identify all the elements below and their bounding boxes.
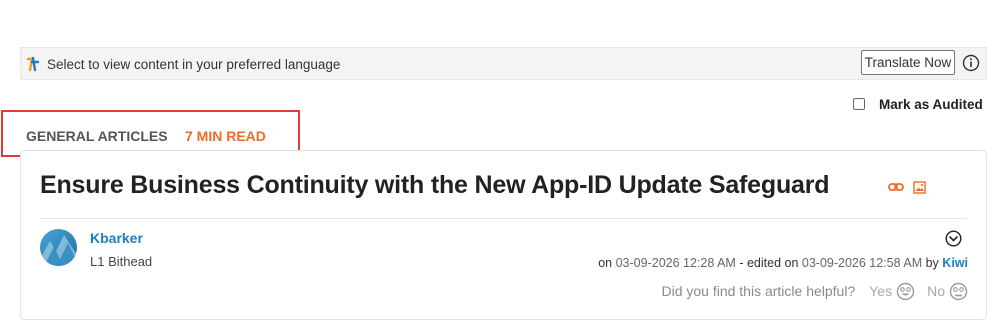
edited-date: 03-09-2026 12:58 AM (801, 256, 923, 270)
posted-date: 03-09-2026 12:28 AM (615, 256, 736, 270)
helpful-feedback: Did you find this article helpful? Yes N… (661, 281, 968, 301)
author-rank: L1 Bithead (90, 254, 153, 269)
info-icon[interactable] (962, 54, 980, 72)
smile-icon (896, 282, 915, 300)
post-meta: on 03-09-2026 12:28 AM - edited on 03-09… (598, 256, 968, 270)
edited-by-prefix: by (925, 256, 939, 270)
yes-label: Yes (869, 283, 893, 299)
avatar[interactable] (40, 229, 77, 266)
image-icon[interactable] (913, 181, 926, 194)
author-name[interactable]: Kbarker (90, 230, 143, 246)
frown-icon (949, 282, 968, 300)
article-title: Ensure Business Continuity with the New … (40, 171, 830, 199)
no-label: No (927, 283, 945, 299)
audited-checkbox[interactable] (853, 98, 865, 110)
title-divider (40, 218, 967, 219)
edited-prefix: - edited on (739, 256, 799, 270)
translate-prompt: Select to view content in your preferred… (47, 57, 341, 72)
chevron-down-icon[interactable] (945, 230, 962, 247)
audited-label: Mark as Audited (879, 97, 983, 112)
helpful-yes-button[interactable]: Yes (869, 282, 915, 301)
editor-name[interactable]: Kiwi (942, 256, 968, 270)
helpful-question: Did you find this article helpful? (661, 283, 856, 299)
translate-logo-icon (25, 56, 41, 72)
translate-now-button[interactable]: Translate Now (861, 50, 955, 75)
article-category[interactable]: GENERAL ARTICLES (26, 128, 168, 144)
link-icon[interactable] (888, 180, 904, 194)
translate-bar: Select to view content in your preferred… (20, 47, 987, 80)
posted-prefix: on (598, 256, 613, 270)
read-time: 7 MIN READ (185, 128, 266, 144)
helpful-no-button[interactable]: No (927, 282, 968, 301)
